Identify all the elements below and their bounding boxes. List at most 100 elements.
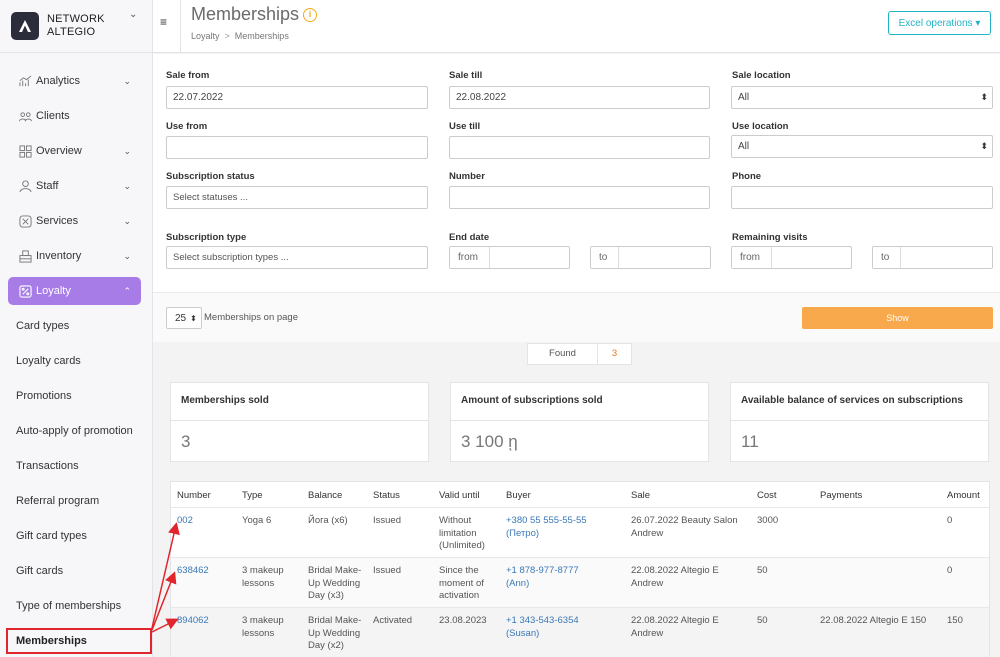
sidebar-subitem-loyalty-cards[interactable]: Loyalty cards (16, 355, 81, 367)
sidebar-subitem-membership-types[interactable]: Type of memberships (16, 600, 121, 612)
stat-card-available-balance: Available balance of services on subscri… (730, 382, 989, 462)
show-button[interactable]: Show (802, 307, 993, 329)
subscription-status-select[interactable]: Select statuses ... (166, 186, 428, 209)
row-status: Activated (373, 615, 413, 626)
sidebar-subitem-card-types[interactable]: Card types (16, 320, 69, 332)
end-date-from-addon: from (450, 247, 490, 268)
column-header-amount[interactable]: Amount (947, 490, 980, 501)
use-till-input[interactable] (449, 136, 710, 159)
subscription-type-label: Subscription type (166, 232, 247, 243)
page-title: Memberships (191, 4, 300, 24)
row-buyer-name-link[interactable]: (Susan) (506, 628, 539, 641)
info-icon[interactable]: i (303, 8, 317, 22)
chevron-down-icon: ⌄ (123, 250, 131, 261)
remaining-visits-to-input[interactable]: to (872, 246, 993, 269)
subscription-type-select[interactable]: Select subscription types ... (166, 246, 428, 269)
sidebar-subitem-promotions[interactable]: Promotions (16, 390, 72, 402)
found-counter: Found 3 (527, 343, 632, 365)
sort-arrows-icon: ⬍ (190, 313, 197, 323)
sidebar-item-services[interactable]: Services ⌄ (8, 207, 141, 235)
column-header-buyer[interactable]: Buyer (506, 490, 531, 501)
menu-icon[interactable]: ≡ (160, 15, 167, 29)
table-row: 894062 3 makeup lessons Bridal Make-Up W… (171, 607, 989, 657)
column-header-cost[interactable]: Cost (757, 490, 777, 501)
number-input[interactable] (449, 186, 710, 209)
column-header-valid-until[interactable]: Valid until (439, 490, 480, 501)
row-buyer-name-link[interactable]: (Ann) (506, 578, 529, 591)
brand-name: NETWORK ALTEGIO (47, 13, 105, 39)
row-balance: Йога (x6) (308, 515, 348, 526)
breadcrumb-separator: > (224, 31, 230, 41)
row-buyer-phone-link[interactable]: +1 343-543-6354 (506, 615, 579, 628)
brand-switcher[interactable]: NETWORK ALTEGIO (0, 0, 152, 53)
sidebar-item-staff[interactable]: Staff ⌄ (8, 172, 141, 200)
sale-location-select[interactable]: All (731, 86, 993, 109)
sidebar-item-label: Overview (36, 145, 82, 157)
use-from-input[interactable] (166, 136, 428, 159)
column-header-balance[interactable]: Balance (308, 490, 342, 501)
brand-line-2: ALTEGIO (47, 26, 96, 38)
phone-input[interactable] (731, 186, 993, 209)
row-buyer-phone-link[interactable]: +380 55 555-55-55 (506, 515, 587, 528)
altegio-logo-icon (11, 12, 39, 40)
stat-card-title: Memberships sold (171, 383, 428, 421)
sale-from-input[interactable]: 22.07.2022 (166, 86, 428, 109)
column-header-type[interactable]: Type (242, 490, 263, 501)
column-header-payments[interactable]: Payments (820, 490, 862, 501)
stat-card-memberships-sold: Memberships sold 3 (170, 382, 429, 462)
row-buyer-name-link[interactable]: (Петро) (506, 528, 539, 541)
sidebar: NETWORK ALTEGIO ⌄ Analytics ⌄ Clients Ov… (0, 0, 153, 657)
chevron-down-icon[interactable]: ⌄ (129, 9, 137, 20)
stat-card-value: 3 (181, 432, 191, 451)
row-amount: 0 (947, 515, 953, 526)
sidebar-item-label: Inventory (36, 250, 82, 262)
sidebar-item-inventory[interactable]: Inventory ⌄ (8, 242, 141, 270)
row-balance: Bridal Make-Up Wedding Day (x2) (308, 615, 362, 651)
end-date-to-input[interactable]: to (590, 246, 711, 269)
sale-till-label: Sale till (449, 70, 483, 81)
sale-till-input[interactable]: 22.08.2022 (449, 86, 710, 109)
row-cost: 50 (757, 615, 768, 626)
breadcrumb-loyalty[interactable]: Loyalty (191, 31, 220, 41)
sidebar-item-label: Staff (36, 180, 59, 192)
sidebar-subitem-gift-card-types[interactable]: Gift card types (16, 530, 87, 542)
row-valid-until: 23.08.2023 (439, 615, 487, 626)
sidebar-subitem-memberships[interactable]: Memberships (6, 628, 152, 654)
page-header: ≡ Memberships i Loyalty > Memberships Exce… (153, 0, 1000, 53)
brand-line-1: NETWORK (47, 13, 105, 25)
sidebar-subitem-transactions[interactable]: Transactions (16, 460, 79, 472)
memberships-table: Number Type Balance Status Valid until B… (170, 481, 990, 657)
remaining-visits-from-addon: from (732, 247, 772, 268)
excel-operations-button[interactable]: Excel operations ▾ (888, 11, 991, 35)
sidebar-item-clients[interactable]: Clients (8, 102, 141, 130)
row-number-link[interactable]: 638462 (177, 565, 209, 578)
analytics-icon (18, 74, 32, 88)
end-date-label: End date (449, 232, 490, 243)
sidebar-subitem-referral[interactable]: Referral program (16, 495, 99, 507)
sidebar-item-analytics[interactable]: Analytics ⌄ (8, 67, 141, 95)
row-sale: 26.07.2022 Beauty Salon Andrew (631, 515, 738, 539)
sidebar-item-loyalty[interactable]: Loyalty ⌃ (8, 277, 141, 305)
row-number-link[interactable]: 894062 (177, 615, 209, 628)
row-sale: 22.08.2022 Altegio E Andrew (631, 615, 719, 639)
sidebar-item-overview[interactable]: Overview ⌄ (8, 137, 141, 165)
per-page-select[interactable]: 25 ⬍ (166, 307, 202, 329)
column-header-number[interactable]: Number (177, 490, 211, 501)
column-header-sale[interactable]: Sale (631, 490, 650, 501)
stat-card-amount-sold: Amount of subscriptions sold 3 100 ῃ (450, 382, 709, 462)
row-buyer-phone-link[interactable]: +1 878-977-8777 (506, 565, 579, 578)
use-till-label: Use till (449, 121, 481, 132)
remaining-visits-from-input[interactable]: from (731, 246, 852, 269)
column-header-status[interactable]: Status (373, 490, 400, 501)
chevron-down-icon: ⌄ (123, 75, 131, 86)
sidebar-subitem-auto-apply[interactable]: Auto-apply of promotion (16, 425, 133, 437)
row-amount: 0 (947, 565, 953, 576)
row-number-link[interactable]: 002 (177, 515, 193, 528)
use-location-select[interactable]: All (731, 135, 993, 158)
chevron-down-icon: ⌄ (123, 215, 131, 226)
staff-icon (18, 179, 32, 193)
sidebar-subitem-gift-cards[interactable]: Gift cards (16, 565, 63, 577)
end-date-from-input[interactable]: from (449, 246, 570, 269)
phone-label: Phone (732, 171, 762, 182)
end-date-to-addon: to (591, 247, 619, 268)
